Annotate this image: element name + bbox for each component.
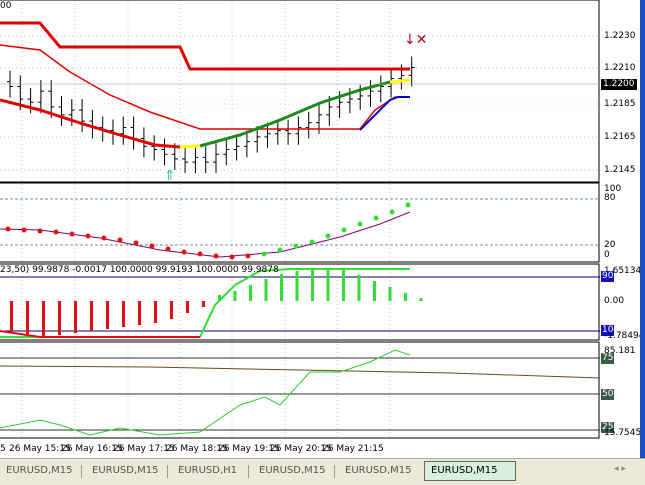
stoch-label: 80 [604, 193, 616, 203]
stoch-dot [197, 251, 203, 257]
stoch-dot [341, 227, 347, 233]
histogram-bar [42, 301, 45, 336]
buy-arrow-icon: ⇑ [164, 168, 176, 184]
tab-chart-6-active[interactable]: EURUSD,M15 [424, 461, 516, 481]
stoch-dot [85, 233, 91, 239]
osc-level-high: 90 [601, 271, 615, 282]
histogram-bar [233, 291, 237, 301]
tab-chart-2[interactable]: EURUSD,M15 [86, 462, 164, 480]
stoch-dot [325, 233, 331, 239]
stoch-dot [293, 243, 299, 249]
histogram-bar [342, 270, 345, 301]
tab-scroll-arrows-icon[interactable]: ◂ ▸ [614, 464, 626, 474]
ma-signal-2 [389, 78, 411, 84]
histogram-bar [138, 301, 141, 325]
histogram-bar [357, 275, 361, 301]
histogram-bar [26, 301, 29, 334]
stoch-dot [5, 226, 11, 232]
tab-chart-3[interactable]: EURUSD,H1 [172, 462, 243, 480]
histogram-bar [264, 279, 268, 301]
stoch-dot [389, 209, 395, 215]
stoch-dot [165, 246, 171, 252]
rsi-min: 15.7545 [604, 428, 642, 438]
chart-canvas[interactable]: ↓✕ ⇑ [0, 0, 600, 458]
histogram-bar [122, 301, 125, 327]
price-label: 1.2230 [604, 31, 636, 41]
stoch-dot [117, 237, 123, 243]
histogram-bar [404, 293, 407, 301]
stoch-dot [357, 221, 363, 227]
stoch-dot [261, 251, 267, 257]
price-label: 1.2210 [604, 63, 636, 73]
tab-chart-5[interactable]: EURUSD,M15 [339, 462, 417, 480]
osc-bottom-value: -1.78494 [604, 331, 645, 341]
time-label: 5 [0, 444, 6, 454]
price-label: 1.2185 [604, 99, 636, 109]
stoch-dot [405, 202, 411, 208]
corner-label: 00 [0, 1, 12, 11]
histogram-bar [280, 274, 283, 301]
sell-arrow-icon: ↓✕ [404, 32, 427, 48]
stoch-dot [245, 253, 251, 259]
tab-chart-1[interactable]: EURUSD,M15 [0, 462, 78, 480]
histogram-bar [373, 281, 376, 301]
stoch-dot [309, 239, 315, 245]
histogram-bar [58, 301, 61, 335]
stoch-dot [133, 240, 139, 246]
histogram-bar [326, 268, 330, 301]
rsi-level: 50 [601, 389, 615, 400]
window-border [640, 0, 645, 458]
ma-signal [179, 144, 201, 149]
histogram-bar [419, 298, 423, 301]
stoch-dot [229, 254, 235, 260]
time-label: 26 May 21:15 [322, 444, 384, 454]
osc-zero: 0.00 [604, 296, 625, 306]
stoch-dot [277, 247, 283, 253]
histogram-bar [311, 269, 314, 301]
histogram-bar [74, 301, 77, 333]
chart-tabs: EURUSD,M15 EURUSD,M15 EURUSD,H1 EURUSD,M… [0, 458, 645, 485]
histogram-bar [10, 301, 13, 331]
stoch-label: 20 [604, 240, 616, 250]
stoch-dot [69, 231, 75, 237]
histogram-bar [170, 301, 173, 319]
indicator-header: 23,50) 99.9878 -0.0017 100.0000 99.9193 … [0, 265, 279, 275]
histogram-bar [202, 301, 205, 307]
stoch-dot [149, 243, 155, 249]
rsi-level: 75 [601, 353, 615, 364]
histogram-bar [249, 285, 252, 301]
stoch-dot [37, 228, 43, 234]
stoch-dot [53, 229, 59, 235]
stoch-dot [373, 215, 379, 221]
price-label: 1.2145 [604, 165, 636, 175]
current-price-tag: 1.2200 [601, 79, 637, 90]
tab-chart-4[interactable]: EURUSD,M15 [253, 462, 331, 480]
histogram-bar [106, 301, 109, 329]
stoch-dot [101, 235, 107, 241]
histogram-bar [388, 287, 392, 301]
histogram-bar [154, 301, 157, 323]
histogram-bar [186, 301, 189, 313]
histogram-bar [295, 271, 299, 301]
stoch-dot [21, 227, 27, 233]
stoch-dot [181, 249, 187, 255]
price-label: 1.2165 [604, 132, 636, 142]
stoch-dot [213, 253, 219, 259]
stoch-label: 0 [604, 250, 610, 260]
histogram-bar [90, 301, 93, 331]
